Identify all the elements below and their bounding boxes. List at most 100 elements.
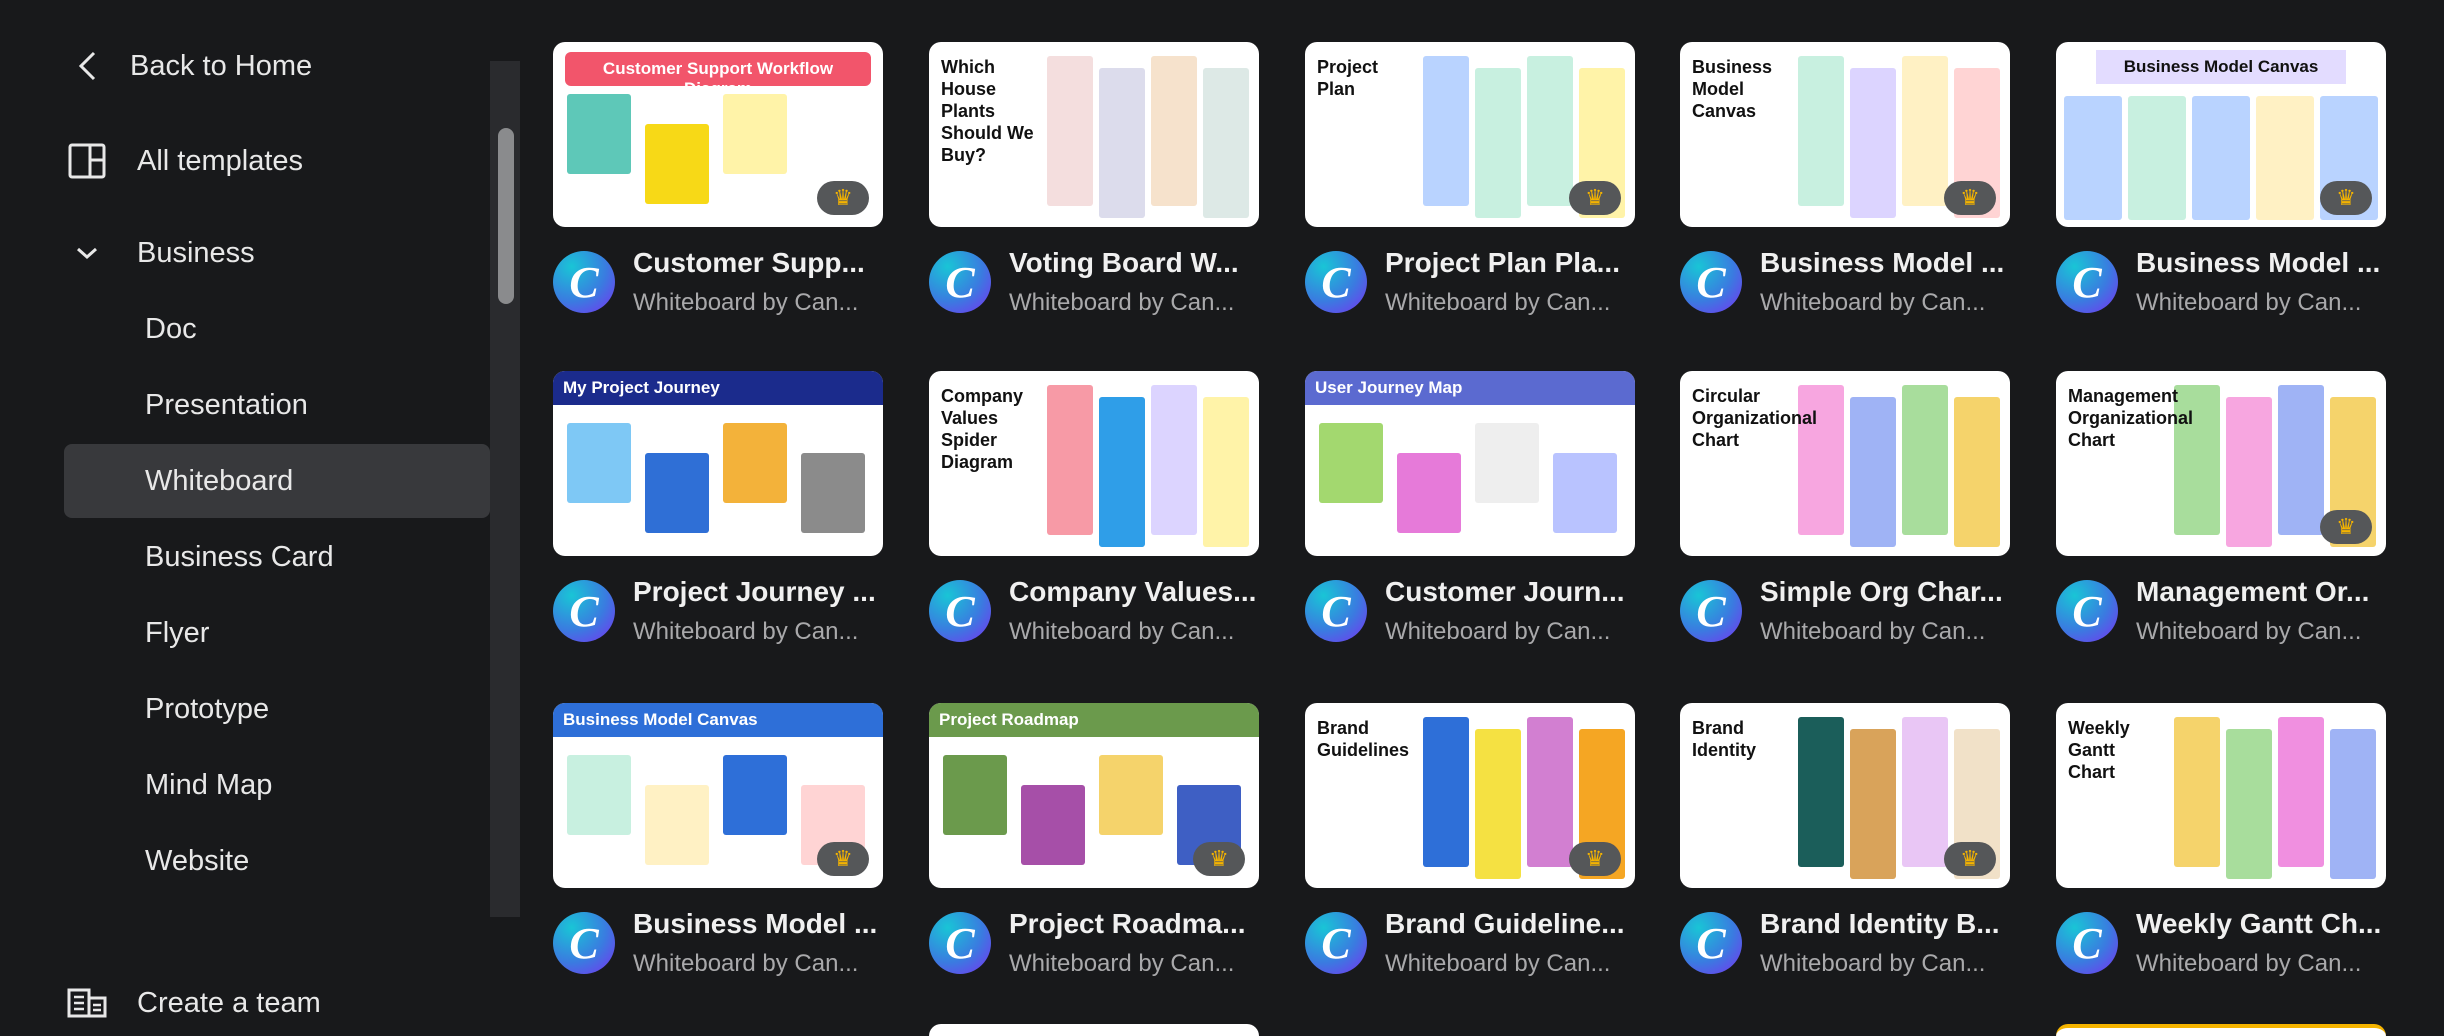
- template-title[interactable]: Business Model ...: [1760, 247, 2010, 279]
- template-title[interactable]: Management Or...: [2136, 576, 2386, 608]
- template-card[interactable]: Brand Identity ♛ C Brand Identity B... White…: [1680, 703, 2010, 977]
- template-title[interactable]: Brand Guideline...: [1385, 908, 1635, 940]
- thumbnail-block: [1099, 68, 1145, 218]
- template-thumbnail[interactable]: Circular Organizational Chart: [1680, 371, 2010, 556]
- template-title[interactable]: Customer Supp...: [633, 247, 883, 279]
- template-subtitle: Whiteboard by Can...: [633, 950, 859, 977]
- template-thumbnail[interactable]: Business Model Canvas ♛: [2056, 42, 2386, 227]
- template-title[interactable]: Project Journey ...: [633, 576, 883, 608]
- thumbnail-block: [645, 124, 709, 204]
- template-card[interactable]: User Journey Map C Customer Journ... Whiteb…: [1305, 371, 1635, 645]
- template-thumbnail[interactable]: Weekly Gantt Chart: [2056, 703, 2386, 888]
- template-thumbnail[interactable]: Brand Identity ♛: [1680, 703, 2010, 888]
- template-card[interactable]: Customer Support Workflow Diagram ♛ C Custo…: [553, 42, 883, 316]
- chevron-left-icon: [68, 46, 108, 86]
- sidebar-item-doc[interactable]: Doc: [64, 292, 490, 366]
- template-thumbnail[interactable]: Brand Guidelines ♛: [1305, 703, 1635, 888]
- sidebar: Back to Home All templates Business Doc P…: [0, 0, 520, 1032]
- template-card[interactable]: Which House Plants Should We Buy? C Voting…: [929, 42, 1259, 316]
- sidebar-item-flyer[interactable]: Flyer: [64, 596, 490, 670]
- template-card[interactable]: Project Roadmap ♛ C Project Roadma... Whiteb…: [929, 703, 1259, 977]
- thumbnail-heading: Weekly Gantt Chart: [2068, 718, 2130, 782]
- thumbnail-block: [2226, 729, 2272, 879]
- thumbnail-heading: Project Roadmap: [929, 703, 1259, 737]
- template-card[interactable]: Management Organizational Chart ♛ C Managem…: [2056, 371, 2386, 645]
- template-title[interactable]: Weekly Gantt Ch...: [2136, 908, 2386, 940]
- template-title[interactable]: Project Plan Pla...: [1385, 247, 1635, 279]
- canva-logo-icon: C: [1680, 251, 1742, 313]
- sidebar-item-business-card[interactable]: Business Card: [64, 520, 490, 594]
- team-icon: [67, 983, 107, 1023]
- template-title[interactable]: Brand Identity B...: [1760, 908, 2010, 940]
- template-meta: C Brand Guideline... Whiteboard by Can...: [1305, 908, 1635, 978]
- template-card[interactable]: Company Values Spider Diagram C Company Va…: [929, 371, 1259, 645]
- thumbnail-block: [1475, 729, 1521, 879]
- thumbnail-block: [723, 755, 787, 835]
- template-thumbnail[interactable]: Company Values Spider Diagram: [929, 371, 1259, 556]
- template-title[interactable]: Voting Board W...: [1009, 247, 1259, 279]
- template-subtitle: Whiteboard by Can...: [1009, 950, 1235, 977]
- thumbnail-block: [723, 423, 787, 503]
- template-meta: C Business Model ... Whiteboard by Can...: [553, 908, 883, 978]
- thumbnail-block: [2192, 96, 2250, 220]
- premium-crown-icon: ♛: [2320, 181, 2372, 215]
- thumbnail-block: [1798, 717, 1844, 867]
- template-thumbnail[interactable]: Project Roadmap ♛: [929, 703, 1259, 888]
- template-card[interactable]: Brand Guidelines ♛ C Brand Guideline... Whit…: [1305, 703, 1635, 977]
- canva-logo-icon: C: [553, 580, 615, 642]
- template-meta: C Weekly Gantt Ch... Whiteboard by Can...: [2056, 908, 2386, 978]
- template-meta: C Project Plan Pla... Whiteboard by Can...: [1305, 247, 1635, 317]
- template-thumbnail[interactable]: Management Organizational Chart ♛: [2056, 371, 2386, 556]
- sidebar-category-business[interactable]: Business: [77, 233, 255, 273]
- template-title[interactable]: Customer Journ...: [1385, 576, 1635, 608]
- template-card-partial[interactable]: [929, 1024, 1259, 1036]
- sidebar-item-all-templates[interactable]: All templates: [68, 141, 303, 181]
- template-thumbnail[interactable]: Business Model Canvas ♛: [553, 703, 883, 888]
- template-thumbnail[interactable]: Customer Support Workflow Diagram ♛: [553, 42, 883, 227]
- sidebar-item-whiteboard[interactable]: Whiteboard: [64, 444, 490, 518]
- template-thumbnail[interactable]: My Project Journey: [553, 371, 883, 556]
- thumbnail-block: [567, 94, 631, 174]
- template-title[interactable]: Business Model ...: [633, 908, 883, 940]
- template-card[interactable]: Circular Organizational Chart C Simple Org…: [1680, 371, 2010, 645]
- sidebar-item-presentation[interactable]: Presentation: [64, 368, 490, 442]
- sidebar-item-mind-map[interactable]: Mind Map: [64, 748, 490, 822]
- template-thumbnail[interactable]: User Journey Map: [1305, 371, 1635, 556]
- template-card[interactable]: Business Model Canvas ♛ C Business Model ..…: [2056, 42, 2386, 316]
- thumbnail-block: [1203, 397, 1249, 547]
- template-subtitle: Whiteboard by Can...: [2136, 950, 2362, 977]
- thumbnail-block: [1902, 717, 1948, 867]
- template-title[interactable]: Company Values...: [1009, 576, 1259, 608]
- thumbnail-block: [1850, 729, 1896, 879]
- template-subtitle: Whiteboard by Can...: [1385, 618, 1611, 645]
- template-card[interactable]: Business Model Canvas ♛ C Business Model ..…: [553, 703, 883, 977]
- template-card-partial[interactable]: [2056, 1024, 2386, 1036]
- premium-crown-icon: ♛: [1569, 181, 1621, 215]
- sidebar-item-prototype[interactable]: Prototype: [64, 672, 490, 746]
- thumbnail-block: [1099, 397, 1145, 547]
- thumbnail-heading: User Journey Map: [1305, 371, 1635, 405]
- create-team-button[interactable]: Create a team: [67, 983, 321, 1023]
- thumbnail-block: [2174, 717, 2220, 867]
- template-thumbnail[interactable]: Project Plan ♛: [1305, 42, 1635, 227]
- template-title[interactable]: Business Model ...: [2136, 247, 2386, 279]
- template-title[interactable]: Project Roadma...: [1009, 908, 1259, 940]
- template-title[interactable]: Simple Org Char...: [1760, 576, 2010, 608]
- thumbnail-heading: Business Model Canvas: [1692, 57, 1773, 121]
- template-thumbnail[interactable]: Business Model Canvas ♛: [1680, 42, 2010, 227]
- back-to-home-link[interactable]: Back to Home: [78, 46, 312, 86]
- sidebar-item-website[interactable]: Website: [64, 824, 490, 898]
- template-subtitle: Whiteboard by Can...: [633, 289, 859, 316]
- template-subtitle: Whiteboard by Can...: [1760, 289, 1986, 316]
- template-card[interactable]: My Project Journey C Project Journey ... Wh…: [553, 371, 883, 645]
- template-card[interactable]: Weekly Gantt Chart C Weekly Gantt Ch... Whi…: [2056, 703, 2386, 977]
- sidebar-scrollbar-thumb[interactable]: [498, 128, 514, 304]
- template-card[interactable]: Business Model Canvas ♛ C Business Model ..…: [1680, 42, 2010, 316]
- thumbnail-block: [1021, 785, 1085, 865]
- thumbnail-heading: Management Organizational Chart: [2068, 386, 2194, 450]
- template-subtitle: Whiteboard by Can...: [1760, 618, 1986, 645]
- template-meta: C Voting Board W... Whiteboard by Can...: [929, 247, 1259, 317]
- template-thumbnail[interactable]: Which House Plants Should We Buy?: [929, 42, 1259, 227]
- canva-logo-icon: C: [1305, 580, 1367, 642]
- template-card[interactable]: Project Plan ♛ C Project Plan Pla... Whitebo…: [1305, 42, 1635, 316]
